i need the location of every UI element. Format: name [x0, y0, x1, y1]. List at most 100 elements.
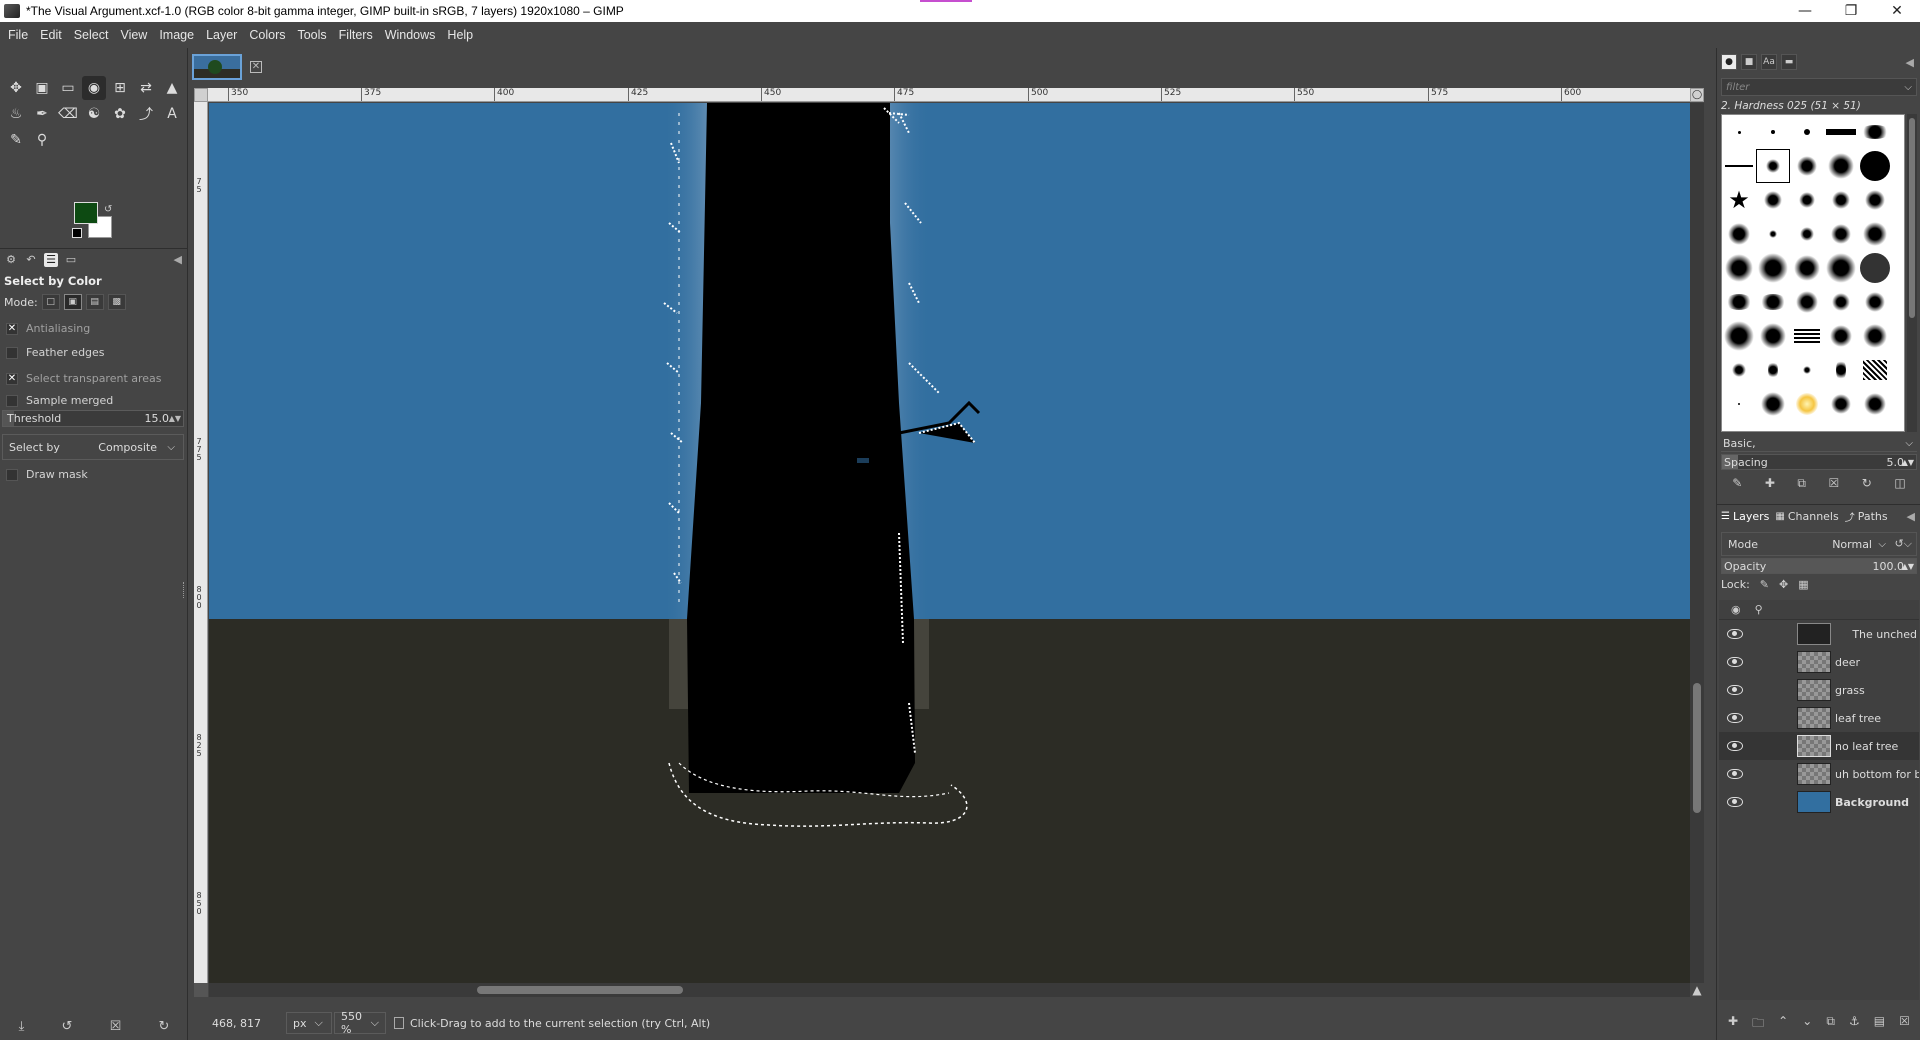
eye-icon[interactable] [1727, 769, 1743, 779]
brush-item[interactable] [1824, 149, 1858, 183]
brush-spacing-slider[interactable]: Spacing 5.0 ▲▼ [1721, 454, 1917, 470]
menu-file[interactable]: File [2, 28, 34, 42]
panel-menu-icon[interactable]: ◀ [174, 253, 182, 266]
anchor-layer-icon[interactable]: ⚓ [1849, 1014, 1860, 1034]
new-layer-icon[interactable]: ✚ [1728, 1014, 1738, 1034]
mode-subtract-icon[interactable]: ▤ [85, 294, 104, 310]
feather-checkbox[interactable] [6, 346, 18, 359]
menu-windows[interactable]: Windows [379, 28, 442, 42]
smudge-tool-icon[interactable]: ✿ [108, 102, 132, 126]
transparent-checkbox[interactable]: ✕ [6, 372, 18, 385]
brush-item[interactable] [1790, 285, 1824, 319]
layer-row[interactable]: The unched [1719, 620, 1919, 648]
raise-layer-icon[interactable]: ⌃ [1778, 1014, 1788, 1034]
brush-grid[interactable]: ★ [1721, 114, 1905, 432]
unit-selector[interactable]: px ⌵ [286, 1012, 332, 1034]
select-by-dropdown[interactable]: Select by Composite ⌵ [2, 434, 184, 460]
fg-bg-colors[interactable]: ↺ [72, 202, 124, 246]
brush-item[interactable] [1790, 387, 1824, 421]
brush-item-selected[interactable] [1756, 149, 1790, 183]
maximize-button[interactable]: ❐ [1828, 0, 1874, 22]
move-tool-icon[interactable]: ✥ [4, 76, 28, 100]
brush-item[interactable] [1824, 285, 1858, 319]
sample-merged-checkbox[interactable] [6, 394, 18, 407]
dock-menu-icon[interactable]: ◀ [1906, 56, 1914, 69]
menu-layer[interactable]: Layer [200, 28, 243, 42]
unified-transform-tool-icon[interactable]: ⇄ [134, 76, 158, 100]
delete-tool-preset-icon[interactable]: ☒ [110, 1019, 122, 1034]
toolbox-resize-grip[interactable] [183, 582, 185, 598]
brush-list-scrollbar[interactable] [1907, 114, 1917, 432]
lock-position-icon[interactable]: ✥ [1779, 578, 1788, 591]
threshold-spin-icon[interactable]: ▲▼ [169, 414, 181, 423]
quick-mask-toggle[interactable] [194, 983, 208, 997]
menu-help[interactable]: Help [441, 28, 479, 42]
brush-item[interactable] [1824, 387, 1858, 421]
color-picker-tool-icon[interactable]: ✎ [4, 128, 28, 152]
delete-layer-icon[interactable]: ☒ [1899, 1014, 1910, 1034]
fonts-tab-icon[interactable]: Aa [1761, 54, 1777, 70]
device-status-tab-icon[interactable]: ▭ [64, 253, 78, 267]
brush-filter-input[interactable]: filter ⌵ [1721, 78, 1917, 96]
brush-item[interactable] [1722, 115, 1756, 149]
layer-opacity-slider[interactable]: Opacity 100.0 ▲▼ [1721, 558, 1917, 574]
layer-row[interactable]: grass [1719, 676, 1919, 704]
brush-item[interactable] [1756, 217, 1790, 251]
brush-scroll-thumb[interactable] [1909, 118, 1915, 318]
brush-item[interactable] [1824, 183, 1858, 217]
draw-mask-option[interactable]: Draw mask [6, 468, 88, 481]
brush-item[interactable] [1756, 115, 1790, 149]
sample-merged-option[interactable]: Sample merged [6, 394, 113, 407]
navigation-icon[interactable]: ▲ [1690, 983, 1704, 997]
menu-image[interactable]: Image [153, 28, 200, 42]
eye-icon[interactable] [1727, 657, 1743, 667]
brush-item[interactable] [1722, 149, 1756, 183]
mode-replace-icon[interactable]: □ [41, 294, 60, 310]
menu-colors[interactable]: Colors [243, 28, 291, 42]
brush-item[interactable] [1790, 251, 1824, 285]
brush-item[interactable] [1824, 217, 1858, 251]
menu-tools[interactable]: Tools [291, 28, 332, 42]
transparent-option[interactable]: ✕ Select transparent areas [6, 372, 162, 385]
eye-icon[interactable] [1727, 741, 1743, 751]
brush-item[interactable] [1756, 183, 1790, 217]
brush-item[interactable] [1756, 251, 1790, 285]
brush-item[interactable] [1790, 183, 1824, 217]
brush-item[interactable] [1756, 387, 1790, 421]
tab-layers[interactable]: ☰ Layers [1721, 510, 1769, 523]
brush-item[interactable] [1722, 353, 1756, 387]
eye-icon[interactable] [1727, 797, 1743, 807]
warp-transform-tool-icon[interactable]: ▲ [160, 76, 184, 100]
threshold-slider[interactable]: Threshold 15.0 ▲▼ [2, 410, 184, 427]
ruler-corner[interactable] [194, 88, 208, 102]
horizontal-ruler[interactable]: 350 375 400 425 450 475 500 525 550 575 … [208, 88, 1690, 102]
layer-row-selected[interactable]: no leaf tree [1719, 732, 1919, 760]
duplicate-brush-icon[interactable]: ⧉ [1797, 476, 1806, 494]
menu-filters[interactable]: Filters [333, 28, 379, 42]
brush-item[interactable] [1858, 285, 1892, 319]
brush-item[interactable] [1790, 149, 1824, 183]
zoom-tool-icon[interactable]: ⚲ [30, 128, 54, 152]
document-history-tab-icon[interactable]: ▬ [1781, 54, 1797, 70]
clone-tool-icon[interactable]: ☯ [82, 102, 106, 126]
menu-edit[interactable]: Edit [34, 28, 68, 42]
edit-brush-icon[interactable]: ✎ [1732, 476, 1742, 494]
navigate-image-icon[interactable]: ◯ [1690, 88, 1704, 102]
draw-mask-checkbox[interactable] [6, 468, 18, 481]
brush-item[interactable] [1824, 319, 1858, 353]
brush-item[interactable] [1756, 353, 1790, 387]
new-layer-group-icon[interactable]: 🗀 [1752, 1014, 1764, 1034]
brush-item[interactable] [1858, 149, 1892, 183]
lower-layer-icon[interactable]: ⌄ [1802, 1014, 1812, 1034]
free-select-tool-icon[interactable]: ▭ [56, 76, 80, 100]
spacing-spin-icon[interactable]: ▲▼ [1902, 458, 1914, 467]
menu-select[interactable]: Select [68, 28, 115, 42]
patterns-tab-icon[interactable]: ■ [1741, 54, 1757, 70]
layers-dock-menu-icon[interactable]: ◀ [1907, 510, 1915, 523]
save-tool-preset-icon[interactable]: ⤓ [19, 1019, 25, 1034]
brush-item[interactable] [1824, 353, 1858, 387]
default-colors-icon[interactable] [72, 228, 82, 238]
vertical-ruler[interactable]: 75 775 800 825 850 [194, 102, 208, 986]
brush-item[interactable]: ★ [1722, 183, 1756, 217]
vertical-scroll-thumb[interactable] [1693, 683, 1701, 813]
